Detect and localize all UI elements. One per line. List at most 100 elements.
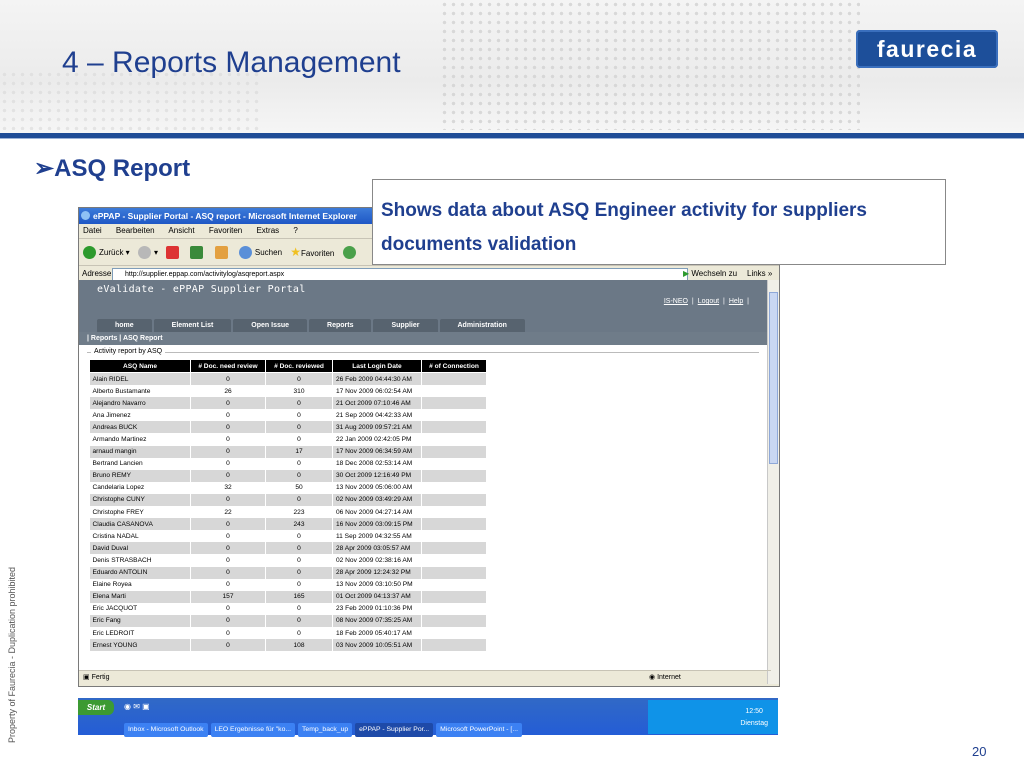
cell-need-review: 0 — [190, 530, 266, 543]
portal-nav-tabs: home Element List Open Issue Reports Supplie… — [97, 319, 527, 332]
task-eppap[interactable]: ePPAP - Supplier Por... — [355, 723, 434, 737]
tab-element-list[interactable]: Element List — [153, 319, 232, 332]
tab-administration[interactable]: Administration — [439, 319, 525, 332]
tab-supplier[interactable]: Supplier — [373, 319, 438, 332]
cell-last-login: 13 Nov 2009 05:06:00 AM — [332, 481, 422, 494]
favorites-button[interactable]: ★Favoriten — [290, 239, 334, 267]
menu-bearbeiten[interactable]: Bearbeiten — [116, 226, 155, 235]
forward-button[interactable]: ▾ — [137, 240, 158, 266]
task-temp-folder[interactable]: Temp_back_up — [298, 723, 353, 737]
cell-asq-name: Denis STRASBACH — [89, 554, 191, 567]
cell-asq-name: Christophe CUNY — [89, 493, 191, 507]
home-button[interactable] — [214, 240, 231, 266]
cell-asq-name: Eric LEDROIT — [89, 626, 191, 640]
cell-connections — [421, 566, 487, 579]
cell-reviewed: 0 — [265, 566, 333, 579]
search-button[interactable]: Suchen — [238, 240, 282, 266]
cell-need-review: 0 — [190, 626, 266, 640]
activity-report-section: Activity report by ASQ ASQ Name # Doc. n… — [87, 348, 759, 652]
menu-favoriten[interactable]: Favoriten — [209, 226, 242, 235]
help-link[interactable]: Help — [729, 298, 743, 305]
start-label: Start — [86, 703, 106, 712]
vertical-scrollbar[interactable] — [767, 280, 779, 684]
cell-last-login: 23 Feb 2009 01:10:36 PM — [332, 602, 422, 615]
star-icon: ★ — [290, 245, 302, 259]
table-row: Armando Martinez 0 0 22 Jan 2009 02:42:05 P… — [89, 433, 487, 446]
cell-asq-name: Alain RIDEL — [89, 372, 191, 386]
tab-open-issue[interactable]: Open Issue — [233, 319, 308, 332]
cell-last-login: 21 Oct 2009 07:10:46 AM — [332, 397, 422, 410]
column-header-last-login[interactable]: Last Login Date — [332, 359, 422, 373]
table-row: Claudia CASANOVA 0 243 16 Nov 2009 03:09:15… — [89, 518, 487, 531]
menu-help[interactable]: ? — [293, 226, 297, 235]
breadcrumb: | Reports | ASQ Report — [79, 332, 767, 345]
cell-connections — [421, 542, 487, 555]
system-tray: 12:50 Dienstag — [648, 700, 778, 734]
cell-reviewed: 0 — [265, 614, 333, 627]
zone-label: Internet — [657, 674, 681, 681]
tab-reports[interactable]: Reports — [309, 319, 372, 332]
status-text: Fertig — [91, 674, 110, 681]
cell-asq-name: Bertrand Lancien — [89, 457, 191, 470]
desktop-quicklaunch-icon[interactable]: ▣ — [142, 702, 150, 711]
table-row: Bruno REMY 0 0 30 Oct 2009 12:16:49 PM — [89, 469, 487, 482]
status-bar: ▣ Fertig ◉ Internet — [79, 670, 771, 685]
table-row: Denis STRASBACH 0 0 02 Nov 2009 02:38:16 AM — [89, 554, 487, 567]
cell-connections — [421, 433, 487, 446]
menu-ansicht[interactable]: Ansicht — [168, 226, 194, 235]
cell-asq-name: Elena Marti — [89, 590, 191, 603]
table-row: Alberto Bustamante 26 310 17 Nov 2009 06:02… — [89, 385, 487, 398]
stop-button[interactable] — [166, 240, 182, 266]
cell-last-login: 06 Nov 2009 04:27:14 AM — [332, 506, 422, 519]
cell-reviewed: 0 — [265, 421, 333, 434]
task-powerpoint[interactable]: Microsoft PowerPoint - [... — [436, 723, 522, 737]
column-header-reviewed[interactable]: # Doc. reviewed — [265, 359, 333, 373]
start-button[interactable]: Start — [78, 700, 114, 715]
clock[interactable]: 12:50 Dienstag — [740, 706, 768, 730]
ie-quicklaunch-icon[interactable]: ◉ — [124, 702, 131, 711]
tab-home[interactable]: home — [97, 319, 152, 332]
user-link[interactable]: IS-NEO — [664, 298, 688, 305]
column-header-connections[interactable]: # of Connection — [421, 359, 487, 373]
bullet-text: ASQ Report — [54, 155, 191, 182]
world-map-dots — [440, 0, 860, 130]
section-legend: Activity report by ASQ — [91, 348, 166, 355]
cell-asq-name: David Duval — [89, 542, 191, 555]
back-label: Zurück — [99, 248, 124, 257]
cell-need-review: 0 — [190, 469, 266, 482]
cell-reviewed: 0 — [265, 493, 333, 507]
cell-last-login: 28 Apr 2009 12:24:32 PM — [332, 566, 422, 579]
table-row: Eduardo ANTOLIN 0 0 28 Apr 2009 12:24:32 PM — [89, 566, 487, 579]
scrollbar-thumb[interactable] — [769, 292, 778, 464]
task-outlook[interactable]: Inbox - Microsoft Outlook — [124, 723, 208, 737]
outlook-quicklaunch-icon[interactable]: ✉ — [133, 702, 140, 711]
cell-reviewed: 0 — [265, 409, 333, 422]
column-header-asq-name[interactable]: ASQ Name — [89, 359, 191, 373]
column-header-need-review[interactable]: # Doc. need review — [190, 359, 266, 373]
refresh-button[interactable] — [190, 240, 206, 266]
cell-need-review: 0 — [190, 602, 266, 615]
cell-asq-name: arnaud mangin — [89, 445, 191, 458]
cell-connections — [421, 421, 487, 434]
cell-need-review: 0 — [190, 493, 266, 507]
cell-need-review: 0 — [190, 397, 266, 410]
task-leo[interactable]: LEO Ergebnisse für "ko... — [210, 723, 296, 737]
cell-last-login: 13 Nov 2009 03:10:50 PM — [332, 578, 422, 591]
back-button[interactable]: Zurück ▾ — [83, 240, 130, 266]
cell-last-login: 30 Oct 2009 12:16:49 PM — [332, 469, 422, 482]
cell-need-review: 0 — [190, 554, 266, 567]
cell-connections — [421, 481, 487, 494]
back-arrow-icon — [83, 246, 96, 260]
cell-asq-name: Eduardo ANTOLIN — [89, 566, 191, 579]
logout-link[interactable]: Logout — [698, 298, 719, 305]
cell-last-login: 28 Apr 2009 03:05:57 AM — [332, 542, 422, 555]
cell-last-login: 02 Nov 2009 02:38:16 AM — [332, 554, 422, 567]
table-row: Eric Fang 0 0 08 Nov 2009 07:35:25 AM — [89, 614, 487, 627]
cell-connections — [421, 385, 487, 398]
cell-last-login: 17 Nov 2009 06:34:59 AM — [332, 445, 422, 458]
history-button[interactable] — [342, 240, 359, 266]
table-row: Eric LEDROIT 0 0 18 Feb 2009 05:40:17 AM — [89, 626, 487, 640]
cell-reviewed: 0 — [265, 397, 333, 410]
menu-datei[interactable]: Datei — [83, 226, 102, 235]
menu-extras[interactable]: Extras — [256, 226, 279, 235]
